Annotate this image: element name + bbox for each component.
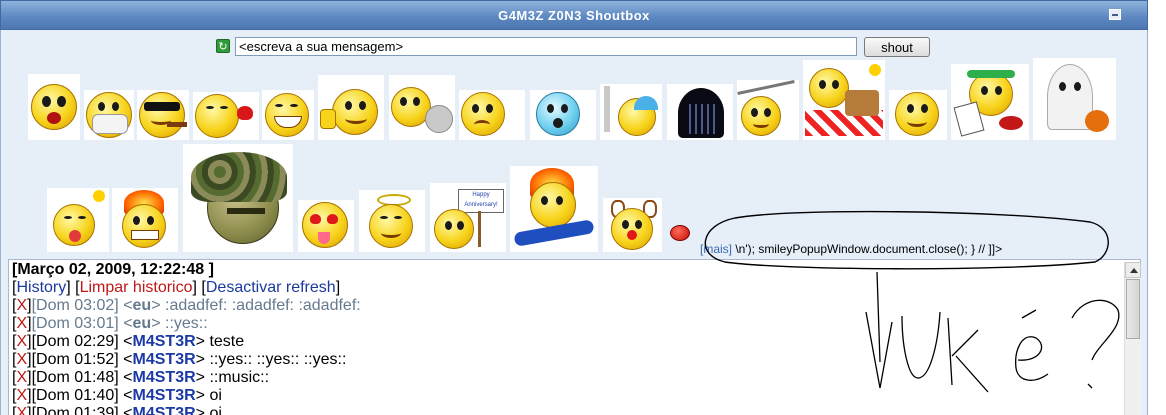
annotation-letter-e: [1015, 309, 1049, 381]
annotation-arrow: [865, 271, 893, 389]
annotation-circle: [704, 210, 1109, 270]
annotation-letter-u: [901, 311, 941, 379]
annotation-letter-k: [947, 317, 989, 393]
annotation-question-mark: [1071, 299, 1120, 389]
handwritten-annotation: [704, 210, 1120, 393]
